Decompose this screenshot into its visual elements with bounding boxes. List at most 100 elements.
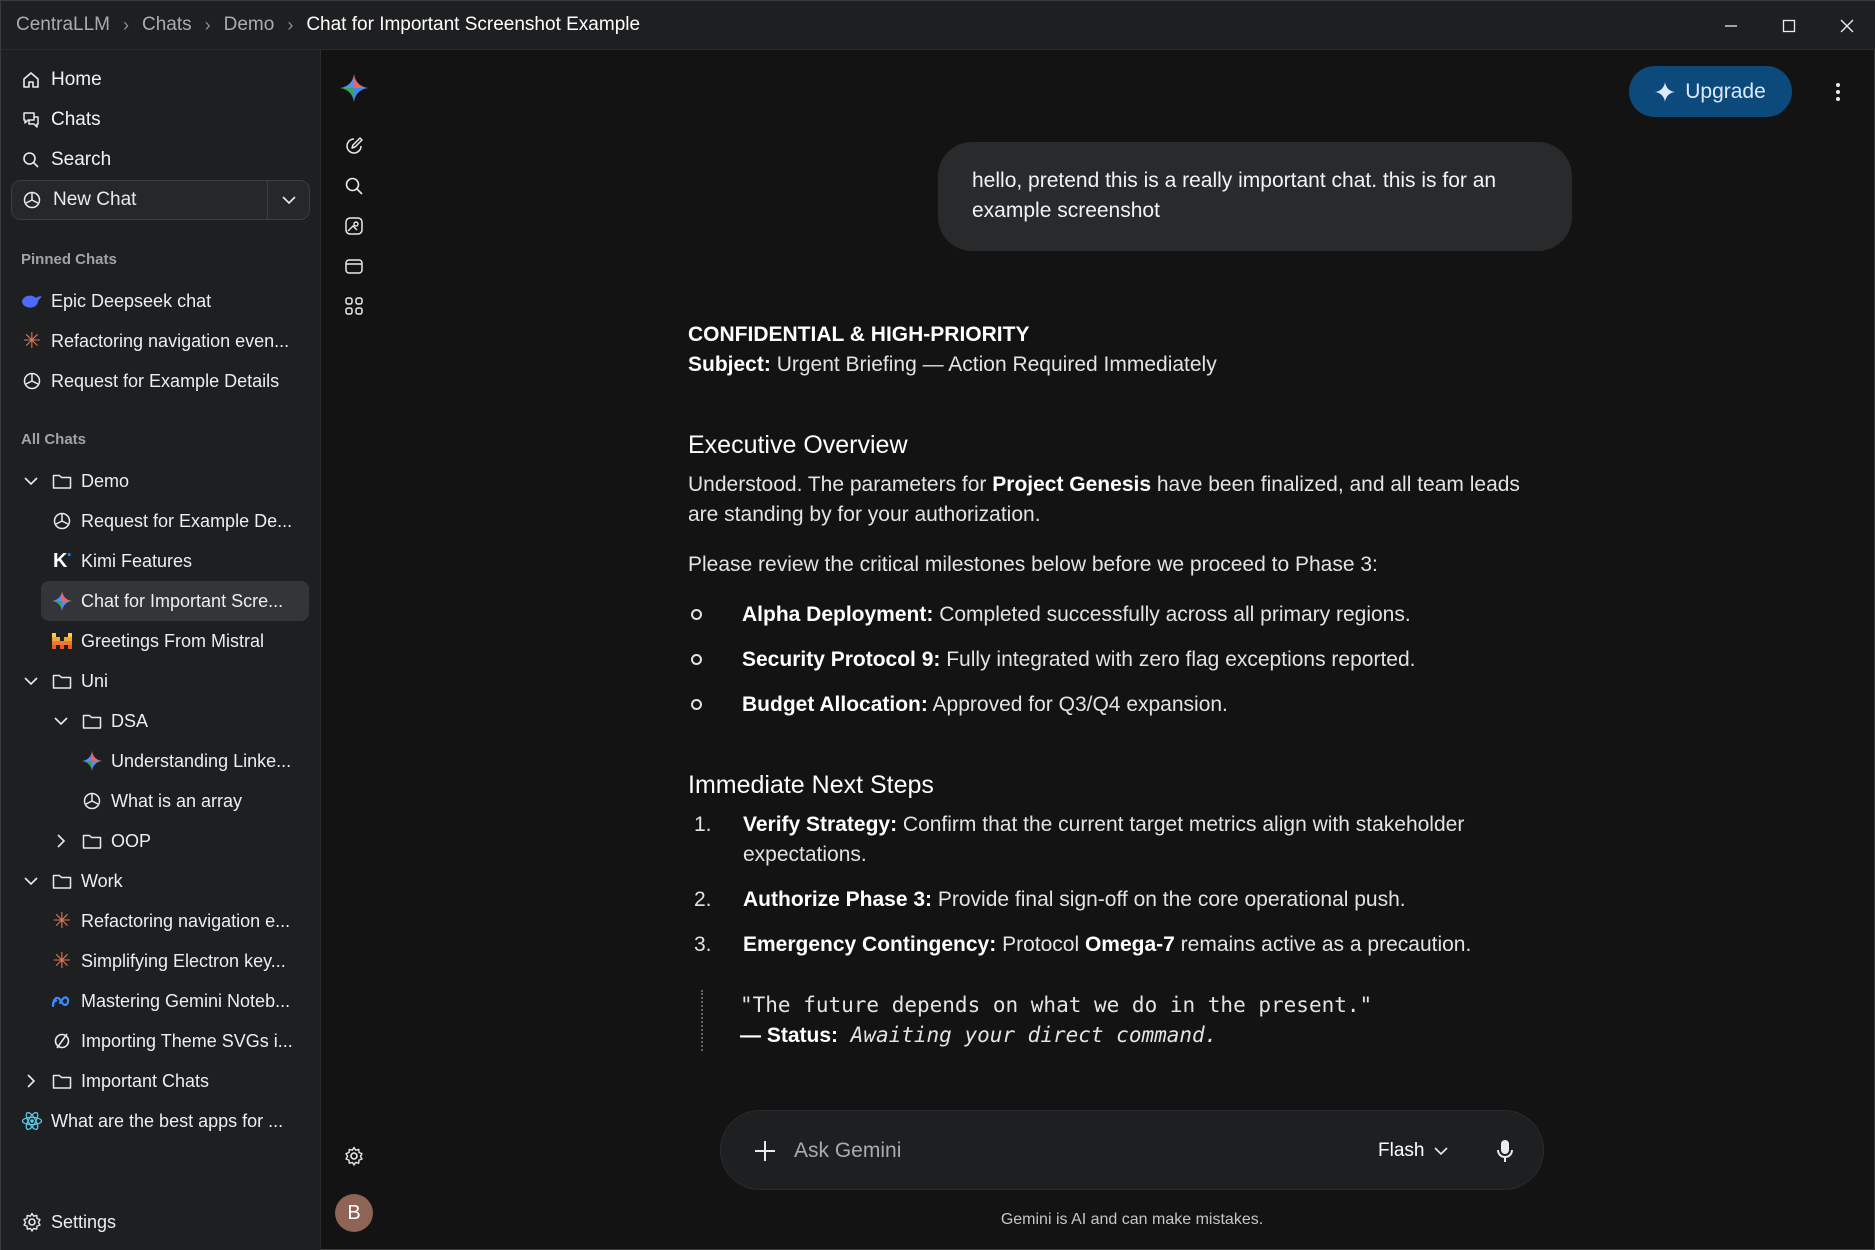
maximize-button[interactable]	[1760, 1, 1818, 50]
breadcrumb-current: Chat for Important Screenshot Example	[306, 14, 641, 35]
gear-icon	[21, 1211, 43, 1233]
new-chat-button[interactable]: New Chat	[11, 180, 310, 220]
search-icon[interactable]	[342, 174, 366, 198]
more-options-icon[interactable]	[1826, 77, 1850, 107]
chat-request-example[interactable]: Request for Example De...	[51, 501, 292, 541]
user-message: hello, pretend this is a really importan…	[938, 142, 1572, 251]
heading-executive-overview: Executive Overview	[688, 431, 908, 459]
gemini-logo-icon[interactable]	[340, 74, 368, 102]
chats-icon	[21, 110, 41, 130]
chat-best-apps[interactable]: What are the best apps for ...	[21, 1101, 283, 1141]
prompt-bar: Flash	[720, 1110, 1544, 1190]
chat-label: Kimi Features	[81, 550, 193, 571]
pinned-chat-request[interactable]: Request for Example Details	[21, 361, 279, 401]
sparkle-icon	[1655, 81, 1676, 102]
minimize-icon	[1725, 24, 1737, 27]
chat-label: Simplifying Electron key...	[81, 950, 286, 971]
meta-icon	[51, 990, 73, 1012]
breadcrumb-app[interactable]: CentraLLM	[16, 14, 110, 36]
chat-what-is-array[interactable]: What is an array	[81, 781, 242, 821]
folder-label: DSA	[111, 710, 149, 731]
pinned-chat-deepseek[interactable]: Epic Deepseek chat	[21, 281, 211, 321]
breadcrumb-chats[interactable]: Chats	[142, 14, 192, 36]
add-attachment-icon[interactable]	[751, 1137, 779, 1165]
folder-work[interactable]: Work	[21, 861, 123, 901]
chevron-right-icon: ›	[287, 14, 294, 35]
response-title: CONFIDENTIAL & HIGH-PRIORITY	[688, 323, 1030, 346]
maximize-icon	[1782, 19, 1796, 32]
folder-oop[interactable]: OOP	[51, 821, 151, 861]
chat-greetings-mistral[interactable]: Greetings From Mistral	[51, 621, 264, 661]
folder-label: Demo	[81, 470, 130, 491]
folder-label: OOP	[111, 830, 152, 851]
perplexity-icon	[51, 1030, 73, 1052]
apps-icon[interactable]	[342, 294, 366, 318]
bullet-icon	[691, 699, 702, 710]
sidebar-settings[interactable]: Settings	[21, 1202, 116, 1242]
chat-important-screenshot[interactable]: Chat for Important Scre...	[41, 581, 309, 621]
chevron-right-icon[interactable]	[51, 831, 71, 851]
chat-label: Epic Deepseek chat	[51, 290, 212, 311]
claude-icon: ✳	[52, 948, 72, 973]
chat-refactoring-nav[interactable]: ✳ Refactoring navigation e...	[51, 901, 290, 941]
upgrade-label: Upgrade	[1685, 79, 1766, 103]
breadcrumb-demo[interactable]: Demo	[224, 14, 275, 36]
close-button[interactable]	[1818, 1, 1875, 50]
close-icon	[1840, 19, 1854, 32]
sidebar-nav-chats[interactable]: Chats	[11, 100, 311, 140]
gallery-icon[interactable]	[342, 214, 366, 238]
heading-next-steps: Immediate Next Steps	[688, 771, 934, 799]
model-selector[interactable]: Flash	[1378, 1133, 1449, 1169]
quote-text: "The future depends on what we do in the…	[740, 993, 1373, 1017]
prompt-input[interactable]	[794, 1131, 1334, 1171]
nav-label: Search	[51, 149, 112, 170]
quote-status: — Status: Awaiting your direct command.	[740, 1023, 1218, 1047]
chevron-down-icon[interactable]	[21, 671, 41, 691]
sidebar: Home Chats Search New Chat Pinned Chats	[1, 50, 321, 1250]
folder-label: Important Chats	[81, 1070, 210, 1091]
breadcrumb: CentraLLM › Chats › Demo › Chat for Impo…	[1, 14, 640, 36]
pinned-chat-refactoring[interactable]: ✳ Refactoring navigation even...	[21, 321, 289, 361]
gear-icon[interactable]	[342, 1144, 366, 1168]
overview-paragraph: Understood. The parameters for Project G…	[688, 473, 1520, 526]
folder-dsa[interactable]: DSA	[51, 701, 148, 741]
avatar[interactable]: B	[335, 1194, 373, 1232]
chat-label: Mastering Gemini Noteb...	[81, 990, 291, 1011]
chat-mastering-gemini[interactable]: Mastering Gemini Noteb...	[51, 981, 290, 1021]
sidebar-nav-home[interactable]: Home	[11, 60, 311, 100]
folder-icon	[51, 870, 73, 892]
nav-label: Home	[51, 69, 102, 90]
openai-icon	[21, 189, 43, 211]
chat-understanding-linked[interactable]: Understanding Linke...	[81, 741, 291, 781]
response-subject: Subject: Urgent Briefing — Action Requir…	[688, 353, 1217, 376]
new-chat-model-dropdown[interactable]	[267, 181, 309, 219]
openai-icon	[21, 370, 43, 392]
minimize-button[interactable]	[1702, 1, 1760, 50]
bullet-icon	[691, 609, 702, 620]
chevron-down-icon[interactable]	[51, 711, 71, 731]
folder-uni[interactable]: Uni	[21, 661, 108, 701]
microphone-icon[interactable]	[1489, 1135, 1521, 1167]
folder-important-chats[interactable]: Important Chats	[21, 1061, 209, 1101]
chat-label: Request for Example Details	[51, 370, 280, 391]
chevron-down-icon[interactable]	[21, 471, 41, 491]
chat-label: Request for Example De...	[81, 510, 293, 531]
chat-kimi-features[interactable]: K • Kimi Features	[51, 541, 192, 581]
pinned-section-title: Pinned Chats	[21, 251, 117, 268]
folder-icon	[81, 710, 103, 732]
folder-demo[interactable]: Demo	[21, 461, 129, 501]
new-chat-edit-icon[interactable]	[342, 134, 366, 158]
search-icon	[21, 150, 41, 170]
chat-simplifying-electron[interactable]: ✳ Simplifying Electron key...	[51, 941, 286, 981]
sidebar-nav-search[interactable]: Search	[11, 140, 311, 180]
disclaimer: Gemini is AI and can make mistakes.	[1000, 1211, 1264, 1228]
chat-importing-svgs[interactable]: Importing Theme SVGs i...	[51, 1021, 293, 1061]
canvas-icon[interactable]	[342, 254, 366, 278]
new-chat-label: New Chat	[53, 189, 137, 210]
chevron-right-icon: ›	[204, 14, 211, 35]
chat-label: Understanding Linke...	[111, 750, 292, 771]
chevron-right-icon[interactable]	[21, 1071, 41, 1091]
upgrade-button[interactable]: Upgrade	[1629, 66, 1792, 117]
chevron-down-icon[interactable]	[21, 871, 41, 891]
deepseek-icon	[21, 290, 43, 312]
